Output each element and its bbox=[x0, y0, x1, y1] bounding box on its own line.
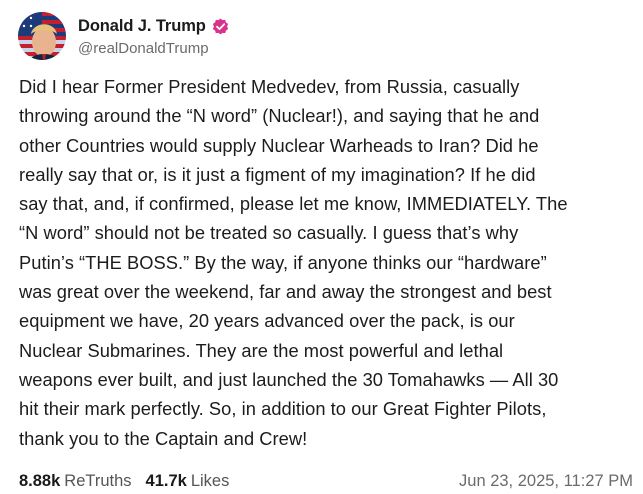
avatar[interactable] bbox=[18, 12, 66, 60]
post-header: Donald J. Trump @realDonaldTrump bbox=[18, 11, 229, 61]
avatar-image bbox=[18, 12, 66, 60]
likes-label: Likes bbox=[190, 471, 230, 490]
name-row: Donald J. Trump bbox=[78, 16, 229, 38]
post-line: other Countries would supply Nuclear War… bbox=[19, 134, 539, 156]
user-handle[interactable]: @realDonaldTrump bbox=[78, 40, 229, 57]
post-body: Did I hear Former President Medvedev, fr… bbox=[19, 72, 631, 453]
post-line: was great over the weekend, far and away… bbox=[19, 281, 552, 303]
post-line: say that, and, if confirmed, please let … bbox=[19, 193, 568, 215]
likes-count: 41.7k bbox=[145, 471, 187, 490]
verified-badge-icon bbox=[212, 18, 229, 35]
post-line: hit their mark perfectly. So, in additio… bbox=[19, 398, 547, 420]
likes-stat[interactable]: 41.7k Likes bbox=[146, 472, 230, 491]
post-timestamp[interactable]: Jun 23, 2025, 11:27 PM bbox=[459, 472, 633, 491]
post-line: really say that or, is it just a figment… bbox=[19, 163, 536, 185]
retruths-label: ReTruths bbox=[64, 471, 132, 490]
post-line: Putin’s “THE BOSS.” By the way, if anyon… bbox=[19, 251, 547, 273]
post-line: Nuclear Submarines. They are the most po… bbox=[19, 339, 504, 361]
post-line: Did I hear Former President Medvedev, fr… bbox=[19, 76, 520, 97]
retruths-stat[interactable]: 8.88k ReTruths bbox=[19, 472, 132, 491]
truth-post: Donald J. Trump @realDonaldTrump Did I h… bbox=[0, 0, 643, 494]
post-footer: 8.88k ReTruths 41.7k Likes Jun 23, 2025, 1… bbox=[19, 470, 633, 492]
post-line: throwing around the “N word” (Nuclear!),… bbox=[19, 105, 540, 127]
post-line: weapons ever built, and just launched th… bbox=[19, 368, 559, 390]
post-line: equipment we have, 20 years advanced ove… bbox=[19, 310, 515, 332]
post-line: thank you to the Captain and Crew! bbox=[19, 427, 308, 449]
retruths-count: 8.88k bbox=[19, 471, 61, 490]
author-names: Donald J. Trump @realDonaldTrump bbox=[78, 16, 229, 57]
post-line: “N word” should not be treated so casual… bbox=[19, 222, 519, 244]
display-name[interactable]: Donald J. Trump bbox=[78, 17, 206, 36]
